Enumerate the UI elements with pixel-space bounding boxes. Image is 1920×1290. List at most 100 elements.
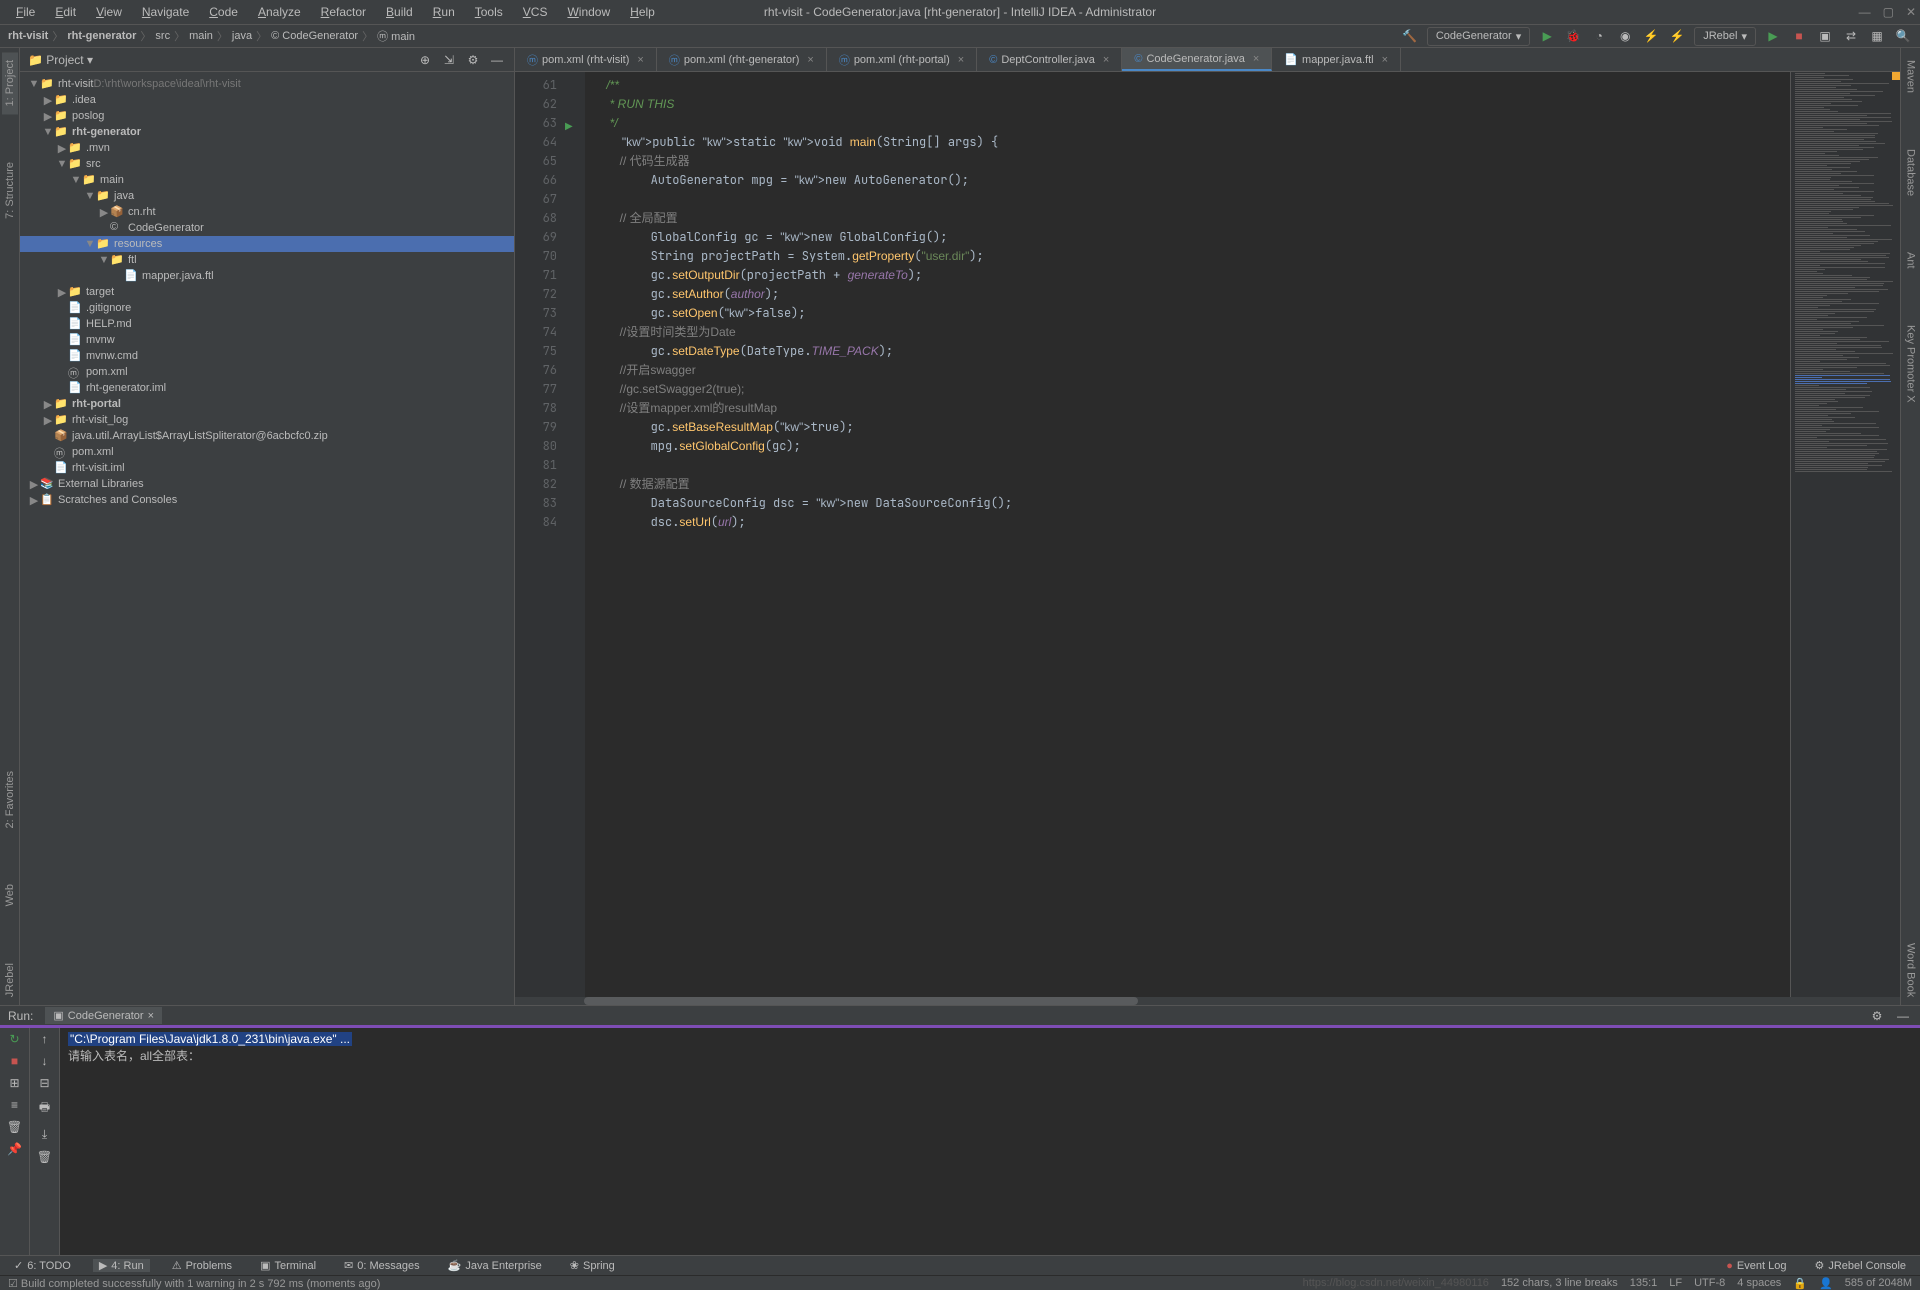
gear-icon[interactable]: ⚙	[464, 51, 482, 69]
bottom-tab[interactable]: ✓ 6: TODO	[8, 1259, 77, 1272]
breadcrumb-item[interactable]: src	[155, 30, 170, 42]
bottom-tab[interactable]: ▶ 4: Run	[93, 1259, 150, 1272]
lock-icon[interactable]: 🔒	[1793, 1277, 1807, 1290]
minimize-icon[interactable]: —	[1859, 5, 1871, 19]
tree-item[interactable]: ▼📁java	[20, 188, 514, 204]
tree-item[interactable]: ▶📦cn.rht	[20, 204, 514, 220]
breadcrumb-item[interactable]: java	[232, 30, 252, 42]
tree-item[interactable]: ▼📁main	[20, 172, 514, 188]
stop-icon[interactable]: ■	[1790, 27, 1808, 45]
code-view[interactable]: /** * RUN THIS */ "kw">public "kw">stati…	[585, 72, 1790, 997]
menu-analyze[interactable]: Analyze	[250, 3, 309, 21]
tree-item[interactable]: ©CodeGenerator	[20, 220, 514, 236]
tree-item[interactable]: ▶📚External Libraries	[20, 476, 514, 492]
close-icon[interactable]: ✕	[1906, 5, 1916, 19]
menu-refactor[interactable]: Refactor	[313, 3, 374, 21]
close-icon[interactable]: ×	[1253, 53, 1259, 65]
build-icon[interactable]: 🔨	[1401, 27, 1419, 45]
menu-view[interactable]: View	[88, 3, 130, 21]
editor-tab[interactable]: ⓜ pom.xml (rht-generator)×	[657, 48, 827, 71]
breadcrumb-item[interactable]: rht-generator	[67, 30, 136, 42]
run-icon[interactable]: ▶	[1538, 27, 1556, 45]
sidebar-tab-project[interactable]: 1: Project	[2, 52, 18, 114]
gear-icon[interactable]: ⚙	[1868, 1007, 1886, 1025]
menu-navigate[interactable]: Navigate	[134, 3, 197, 21]
layout-icon[interactable]: ⊞	[9, 1076, 19, 1090]
indent[interactable]: 4 spaces	[1737, 1277, 1781, 1289]
tree-item[interactable]: 📄.gitignore	[20, 300, 514, 316]
target-icon[interactable]: ⊕	[416, 51, 434, 69]
encoding[interactable]: UTF-8	[1694, 1277, 1725, 1289]
sidebar-tab-database[interactable]: Database	[1903, 141, 1919, 204]
breadcrumb-item[interactable]: rht-visit	[8, 30, 48, 42]
tree-item[interactable]: ▶📁target	[20, 284, 514, 300]
profile-icon[interactable]: ◉	[1616, 27, 1634, 45]
tree-item[interactable]: ▶📁rht-visit_log	[20, 412, 514, 428]
tree-item[interactable]: ▼📁rht-generator	[20, 124, 514, 140]
tree-item[interactable]: 📄mvnw	[20, 332, 514, 348]
h-scrollbar[interactable]	[515, 997, 1900, 1005]
memory[interactable]: 585 of 2048M	[1845, 1277, 1912, 1289]
bottom-tab[interactable]: ⚠ Problems	[166, 1259, 238, 1272]
more-icon[interactable]: ⚡	[1668, 27, 1686, 45]
tree-item[interactable]: ⓜpom.xml	[20, 364, 514, 380]
sidebar-tab-favorites[interactable]: 2: Favorites	[2, 763, 18, 836]
hide-icon[interactable]: —	[488, 51, 506, 69]
export-icon[interactable]: ⤓	[42, 1127, 47, 1142]
menu-vcs[interactable]: VCS	[515, 3, 556, 21]
tree-item[interactable]: 📄rht-visit.iml	[20, 460, 514, 476]
trash-icon[interactable]: 🗑	[7, 1120, 22, 1134]
breadcrumb-item[interactable]: ⓜ main	[377, 28, 415, 44]
bottom-tab[interactable]: ✉ 0: Messages	[338, 1259, 426, 1272]
sidebar-tab-wordbook[interactable]: Word Book	[1903, 935, 1919, 1005]
menu-file[interactable]: File	[8, 3, 43, 21]
sidebar-tab-structure[interactable]: 7: Structure	[2, 154, 18, 227]
close-icon[interactable]: ×	[637, 54, 643, 66]
structure-icon[interactable]: ▦	[1868, 27, 1886, 45]
editor-tab[interactable]: ⓜ pom.xml (rht-visit)×	[515, 48, 657, 71]
menu-help[interactable]: Help	[622, 3, 663, 21]
bottom-tab-right[interactable]: ⚙ JRebel Console	[1808, 1259, 1912, 1272]
tree-item[interactable]: 📄mapper.java.ftl	[20, 268, 514, 284]
tree-item[interactable]: 📄rht-generator.iml	[20, 380, 514, 396]
close-icon[interactable]: ×	[958, 54, 964, 66]
translate-icon[interactable]: ⇄	[1842, 27, 1860, 45]
tree-item[interactable]: 📄mvnw.cmd	[20, 348, 514, 364]
editor-tab[interactable]: © CodeGenerator.java×	[1122, 48, 1272, 71]
tree-item[interactable]: 📦java.util.ArrayList$ArrayListSpliterato…	[20, 428, 514, 444]
jrebel-dropdown[interactable]: JRebel ▾	[1694, 27, 1756, 46]
close-icon[interactable]: ×	[1382, 54, 1388, 66]
bottom-tab[interactable]: ❀ Spring	[564, 1259, 621, 1272]
tree-item[interactable]: 📄HELP.md	[20, 316, 514, 332]
console-output[interactable]: "C:\Program Files\Java\jdk1.8.0_231\bin\…	[60, 1028, 1920, 1255]
tree-item[interactable]: ▶📁poslog	[20, 108, 514, 124]
actions-icon[interactable]: ▣	[1816, 27, 1834, 45]
wrap-icon[interactable]: ⊟	[39, 1076, 49, 1090]
editor-tab[interactable]: © DeptController.java×	[977, 48, 1122, 71]
editor-tab[interactable]: ⓜ pom.xml (rht-portal)×	[827, 48, 977, 71]
breadcrumb-item[interactable]: main	[189, 30, 213, 42]
attach-icon[interactable]: ⚡	[1642, 27, 1660, 45]
sidebar-tab-maven[interactable]: Maven	[1903, 52, 1919, 101]
bottom-tab[interactable]: ☕ Java Enterprise	[442, 1259, 548, 1272]
sidebar-tab-web[interactable]: Web	[2, 876, 18, 914]
collapse-icon[interactable]: ⇲	[440, 51, 458, 69]
inspection-icon[interactable]: 👤	[1819, 1277, 1833, 1290]
bottom-tab[interactable]: ▣ Terminal	[254, 1259, 322, 1272]
settings-icon[interactable]: ≡	[11, 1098, 18, 1112]
menu-code[interactable]: Code	[201, 3, 246, 21]
sidebar-tab-jrebel[interactable]: JRebel	[2, 955, 18, 1005]
menu-window[interactable]: Window	[559, 3, 618, 21]
stop-icon[interactable]: ■	[11, 1054, 18, 1068]
tree-item[interactable]: ▼📁resources	[20, 236, 514, 252]
close-icon[interactable]: ×	[1103, 54, 1109, 66]
tree-item[interactable]: ▶📁.mvn	[20, 140, 514, 156]
tree-item[interactable]: ⓜpom.xml	[20, 444, 514, 460]
rerun-icon[interactable]: ↻	[9, 1032, 19, 1046]
menu-build[interactable]: Build	[378, 3, 421, 21]
tree-item[interactable]: ▶📁rht-portal	[20, 396, 514, 412]
menu-edit[interactable]: Edit	[47, 3, 84, 21]
coverage-icon[interactable]: ◔	[1590, 27, 1608, 45]
tree-item[interactable]: ▼📁ftl	[20, 252, 514, 268]
tree-item[interactable]: ▼📁rht-visit D:\rht\workspace\ideal\rht-v…	[20, 76, 514, 92]
